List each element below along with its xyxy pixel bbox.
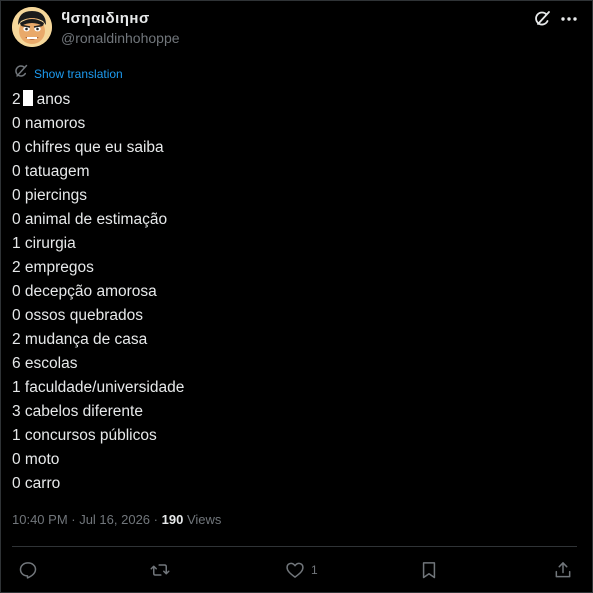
author-handle[interactable]: @ronaldinhohoppe: [61, 30, 180, 46]
post-line: 0 piercings: [12, 184, 572, 208]
post-line: 2 anos: [12, 88, 572, 112]
post-line-text: 0 ossos quebrados: [12, 307, 143, 324]
meta-separator: ·: [153, 512, 158, 527]
author-display-name[interactable]: ϥσηαιδιηнσ: [61, 10, 150, 27]
post-line: 0 namoros: [12, 112, 572, 136]
post-line: 0 chifres que eu saiba: [12, 136, 572, 160]
bookmark-button[interactable]: [419, 560, 439, 580]
post-line-text: 6 escolas: [12, 355, 78, 372]
timestamp[interactable]: 10:40 PM · Jul 16, 2026: [12, 512, 150, 527]
reply-button[interactable]: [18, 560, 38, 580]
post-line-text: 0 moto: [12, 451, 60, 468]
post-line-text: 1 cirurgia: [12, 235, 76, 252]
post-line-text: anos: [36, 91, 71, 108]
post-line-text: 2 empregos: [12, 259, 94, 276]
share-icon: [555, 562, 571, 578]
post-line-text: 0 namoros: [12, 115, 86, 132]
post-line-text: 1 concursos públicos: [12, 427, 157, 444]
post-line: 0 decepção amorosa: [12, 280, 572, 304]
post-line-text: 0 piercings: [12, 187, 87, 204]
post-line: 3 cabelos diferente: [12, 400, 572, 424]
views-label: Views: [186, 512, 222, 527]
post-line: 0 tatuagem: [12, 160, 572, 184]
post-line-text: 3 cabelos diferente: [12, 403, 143, 420]
show-translation-link[interactable]: Show translation: [13, 64, 123, 84]
like-button[interactable]: 1: [285, 560, 318, 580]
post-line: 1 cirurgia: [12, 232, 572, 256]
reply-icon: [19, 562, 37, 579]
repost-button[interactable]: [150, 560, 170, 580]
repost-icon: [150, 564, 170, 576]
avatar-image: [12, 7, 52, 47]
post-meta: 10:40 PM · Jul 16, 2026 · 190 Views: [12, 512, 221, 527]
bookmark-icon: [422, 562, 436, 579]
divider: [12, 546, 577, 547]
translate-icon: [13, 64, 28, 84]
like-icon: [286, 562, 304, 578]
post-line: 6 escolas: [12, 352, 572, 376]
post-line-prefix: 2: [12, 91, 21, 108]
post-line: 0 animal de estimação: [12, 208, 572, 232]
post-line: 1 faculdade/universidade: [12, 376, 572, 400]
post-line: 0 ossos quebrados: [12, 304, 572, 328]
avatar[interactable]: [12, 7, 52, 47]
post-line: 0 moto: [12, 448, 572, 472]
views-count[interactable]: 190: [162, 512, 184, 527]
grok-icon[interactable]: [533, 10, 551, 28]
post-line-text: 0 carro: [12, 475, 61, 492]
post-line-text: 0 animal de estimação: [12, 211, 168, 228]
post-text: 2 anos 0 namoros 0 chifres que eu saiba 0 ta…: [12, 88, 572, 496]
share-button[interactable]: [553, 560, 573, 580]
post-line-text: 0 chifres que eu saiba: [12, 139, 164, 156]
post-line: 0 carro: [12, 472, 572, 496]
post-line: 2 mudança de casa: [12, 328, 572, 352]
action-bar: 1: [0, 556, 593, 588]
more-icon[interactable]: [560, 11, 578, 27]
post-line: 1 concursos públicos: [12, 424, 572, 448]
post-line-text: 2 mudança de casa: [12, 331, 148, 348]
post-line-text: 0 decepção amorosa: [12, 283, 157, 300]
post-line-text: 1 faculdade/universidade: [12, 379, 185, 396]
redaction-block: [22, 90, 33, 106]
post-line: 2 empregos: [12, 256, 572, 280]
show-translation-label: Show translation: [34, 67, 123, 81]
like-count: 1: [311, 563, 318, 577]
post-line-text: 0 tatuagem: [12, 163, 90, 180]
